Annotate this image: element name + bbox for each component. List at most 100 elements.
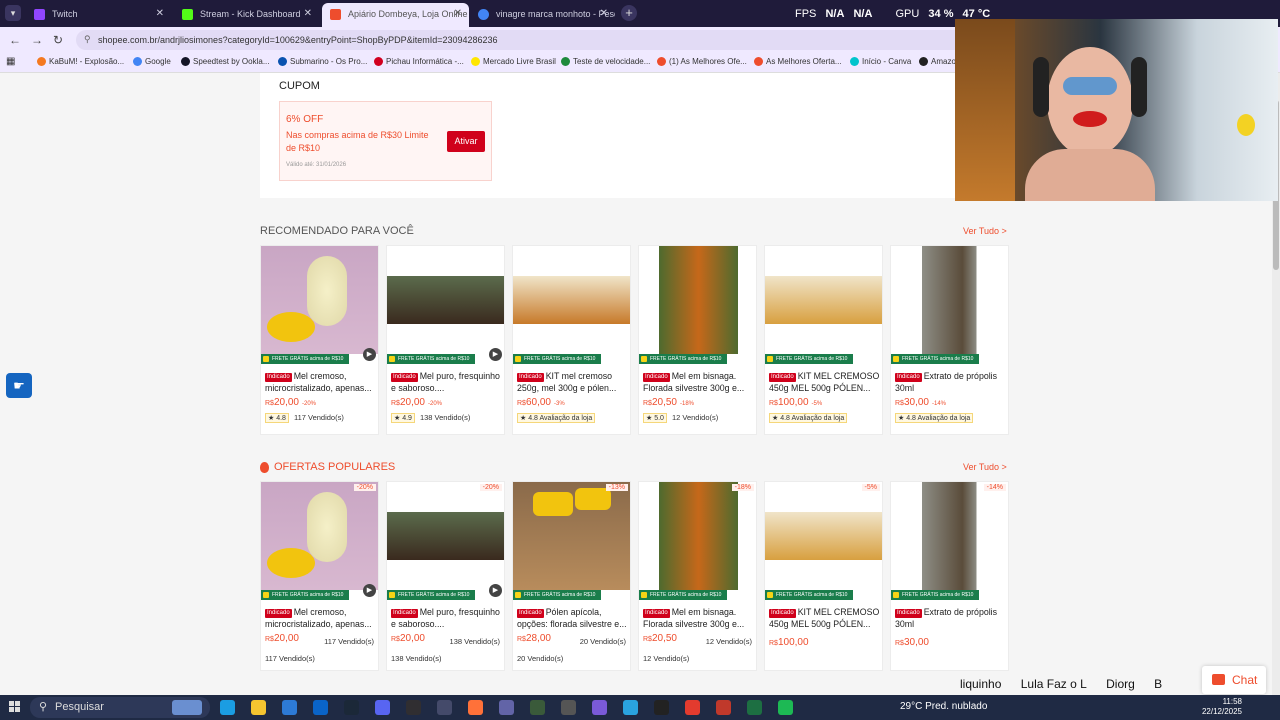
site-info-icon[interactable]: ⚲ — [84, 34, 91, 45]
product-image[interactable] — [891, 246, 1008, 354]
spotify-icon[interactable] — [778, 700, 793, 715]
landscape-widget-icon[interactable] — [172, 700, 202, 715]
product-image[interactable] — [513, 482, 630, 590]
bookmark-submarino[interactable]: Submarino - Os Pro... — [278, 57, 367, 66]
close-tab-icon[interactable]: ✕ — [454, 8, 462, 19]
face-paint-mouth — [1073, 111, 1107, 127]
product-card[interactable]: FRETE GRÁTIS acima de R$10 Indicado Mel em… — [638, 245, 757, 435]
capcut-icon[interactable] — [654, 700, 669, 715]
product-card[interactable]: -13% FRETE GRÁTIS acima de R$10 Indicado Pó… — [512, 481, 631, 671]
product-card[interactable]: FRETE GRÁTIS acima de R$10 ▶ Indicado Mel c… — [260, 245, 379, 435]
windows-start-icon[interactable] — [9, 701, 21, 713]
activate-coupon-button[interactable]: Ativar — [447, 131, 485, 152]
tab-kick[interactable]: Stream - Kick Dashboard ✕ — [174, 3, 319, 27]
bookmark-pichau[interactable]: Pichau Informática -... — [374, 57, 464, 66]
product-image[interactable] — [387, 482, 504, 590]
bookmark-kabum[interactable]: KaBuM! - Explosão... — [37, 57, 124, 66]
bookmark-ofertas-1[interactable]: (1) As Melhores Ofe... — [657, 57, 747, 66]
product-name[interactable]: Indicado KIT MEL CREMOSO 450g MEL 500g PÓ… — [769, 370, 881, 394]
product-image[interactable] — [513, 246, 630, 354]
app-4-icon[interactable] — [716, 700, 731, 715]
product-card[interactable]: FRETE GRÁTIS acima de R$10 Indicado Extrat… — [890, 245, 1009, 435]
product-name[interactable]: Indicado Mel cremoso, microcristalizado, … — [265, 606, 377, 630]
recommended-see-all-link[interactable]: Ver Tudo > — [963, 226, 1007, 236]
obs-icon[interactable] — [406, 700, 421, 715]
product-image[interactable] — [261, 482, 378, 590]
new-tab-button[interactable]: + — [621, 5, 637, 21]
product-card[interactable]: -20% FRETE GRÁTIS acima de R$10 ▶ Indicado M… — [386, 481, 505, 671]
tab-google-search[interactable]: vinagre marca monhoto - Pesq... ✕ — [470, 3, 615, 27]
product-card[interactable]: -14% FRETE GRÁTIS acima de R$10 Indicado Ex… — [890, 481, 1009, 671]
product-name[interactable]: Indicado Extrato de própolis 30ml — [895, 606, 1007, 630]
forward-icon[interactable]: → — [31, 33, 43, 47]
pen-icon[interactable] — [592, 700, 607, 715]
free-shipping-badge: FRETE GRÁTIS acima de R$10 — [639, 590, 727, 600]
product-name[interactable]: Indicado Mel puro, fresquinho e saboroso.… — [391, 370, 503, 394]
product-image[interactable] — [387, 246, 504, 354]
telegram-icon[interactable] — [623, 700, 638, 715]
product-card[interactable]: -20% FRETE GRÁTIS acima de R$10 ▶ Indicado M… — [260, 481, 379, 671]
bookmark-ofertas-2[interactable]: As Melhores Oferta... — [754, 57, 842, 66]
app-icon[interactable] — [437, 700, 452, 715]
product-card[interactable]: -18% FRETE GRÁTIS acima de R$10 Indicado Me… — [638, 481, 757, 671]
firefox-icon[interactable] — [468, 700, 483, 715]
discord-icon[interactable] — [375, 700, 390, 715]
apps-grid-icon[interactable]: ▦ — [6, 56, 15, 67]
bookmark-speed-test[interactable]: Teste de velocidade... — [561, 57, 650, 66]
close-tab-icon[interactable]: ✕ — [304, 8, 312, 19]
bookmark-speedtest[interactable]: Speedtest by Ookla... — [181, 57, 270, 66]
play-video-icon[interactable]: ▶ — [489, 348, 502, 361]
bookmark-canva[interactable]: Início - Canva — [850, 57, 911, 66]
product-card[interactable]: FRETE GRÁTIS acima de R$10 Indicado KIT ME… — [764, 245, 883, 435]
play-video-icon[interactable]: ▶ — [363, 348, 376, 361]
app-3-icon[interactable] — [561, 700, 576, 715]
product-name[interactable]: Indicado Extrato de própolis 30ml — [895, 370, 1007, 394]
product-image[interactable] — [261, 246, 378, 354]
product-name[interactable]: Indicado KIT mel cremoso 250g, mel 300g e… — [517, 370, 629, 394]
chat-button[interactable]: Chat — [1202, 666, 1266, 694]
recommended-tag: Indicado — [895, 373, 922, 382]
coupon-discount: 6% OFF — [286, 114, 324, 125]
tab-search-button[interactable]: ▾ — [5, 5, 21, 21]
product-card[interactable]: -5% FRETE GRÁTIS acima de R$10 Indicado KIT… — [764, 481, 883, 671]
product-name[interactable]: Indicado KIT MEL CREMOSO 450g MEL 500g PÓ… — [769, 606, 881, 630]
weather-widget[interactable]: 29°C Pred. nublado — [900, 701, 987, 712]
product-name[interactable]: Indicado Mel em bisnaga. Florada silvestr… — [643, 606, 755, 630]
file-explorer-icon[interactable] — [251, 700, 266, 715]
tab-shopee[interactable]: Apiário Dombeya, Loja Online |... ✕ — [322, 3, 469, 27]
product-name[interactable]: Indicado Mel puro, fresquinho e saboroso.… — [391, 606, 503, 630]
fps-value-2: N/A — [853, 8, 873, 20]
product-card[interactable]: FRETE GRÁTIS acima de R$10 ▶ Indicado Mel p… — [386, 245, 505, 435]
back-icon[interactable]: ← — [9, 33, 21, 47]
product-image[interactable] — [639, 246, 756, 354]
excel-icon[interactable] — [747, 700, 762, 715]
product-card[interactable]: FRETE GRÁTIS acima de R$10 Indicado KIT me… — [512, 245, 631, 435]
product-name[interactable]: Indicado Pólen apícola, opções: florada s… — [517, 606, 629, 630]
headset-right — [1131, 57, 1147, 117]
product-image[interactable] — [639, 482, 756, 590]
tab-twitch[interactable]: Twitch ✕ — [26, 3, 171, 27]
popular-see-all-link[interactable]: Ver Tudo > — [963, 462, 1007, 472]
play-video-icon[interactable]: ▶ — [489, 584, 502, 597]
steam-icon[interactable] — [344, 700, 359, 715]
product-image[interactable] — [891, 482, 1008, 590]
taskbar-clock[interactable]: 11:58 22/12/2025 — [1200, 697, 1242, 717]
teams-icon[interactable] — [499, 700, 514, 715]
app-2-icon[interactable] — [530, 700, 545, 715]
bookmark-google[interactable]: Google — [133, 57, 171, 66]
accessibility-widget-button[interactable]: ☛ — [6, 373, 32, 398]
product-image[interactable] — [765, 482, 882, 590]
product-name[interactable]: Indicado Mel em bisnaga. Florada silvestr… — [643, 370, 755, 394]
reload-icon[interactable]: ↻ — [53, 33, 63, 47]
bookmark-mercado-livre[interactable]: Mercado Livre Brasil — [471, 57, 556, 66]
chrome-icon[interactable] — [685, 700, 700, 715]
outlook-icon[interactable] — [313, 700, 328, 715]
product-name[interactable]: Indicado Mel cremoso, microcristalizado, … — [265, 370, 377, 394]
play-video-icon[interactable]: ▶ — [363, 584, 376, 597]
close-tab-icon[interactable]: ✕ — [156, 8, 164, 19]
close-tab-icon[interactable]: ✕ — [600, 8, 608, 19]
store-icon[interactable] — [282, 700, 297, 715]
product-image[interactable] — [765, 246, 882, 354]
edge-icon[interactable] — [220, 700, 235, 715]
url-bar[interactable]: ⚲ shopee.com.br/andrjliosimones?category… — [76, 30, 976, 50]
